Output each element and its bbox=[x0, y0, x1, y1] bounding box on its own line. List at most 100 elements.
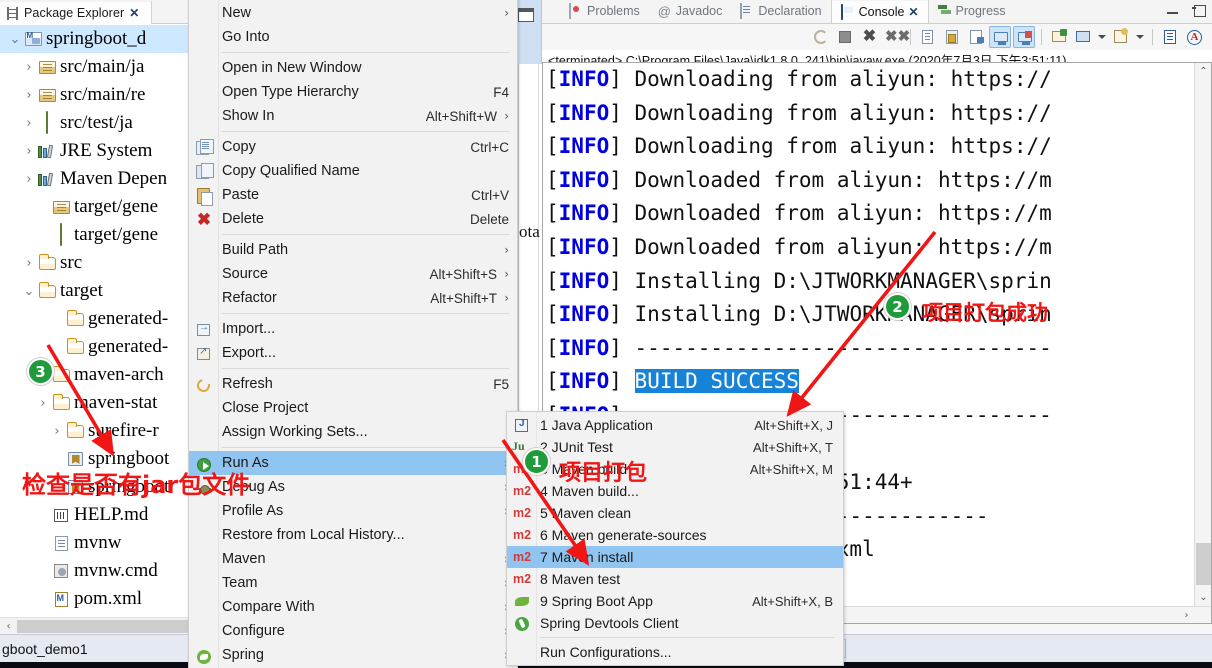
run-as-submenu[interactable]: 1 Java Application Alt+Shift+X, J Ju 2 J… bbox=[506, 411, 844, 666]
menu-item-team[interactable]: Team › bbox=[189, 571, 517, 595]
menu-item-show-in[interactable]: Show In Alt+Shift+W › bbox=[189, 104, 517, 128]
menu-item-refresh[interactable]: Refresh F5 bbox=[189, 372, 517, 396]
submenu-item-maven-build-4[interactable]: m2 4 Maven build... bbox=[507, 480, 843, 502]
show-console-on-output-icon[interactable] bbox=[989, 26, 1011, 48]
menu-item-refactor[interactable]: Refactor Alt+Shift+T › bbox=[189, 286, 517, 310]
menu-label: Show In bbox=[222, 108, 275, 124]
menu-separator bbox=[222, 368, 509, 369]
console-vertical-scrollbar[interactable]: ⌃ ⌄ bbox=[1194, 63, 1211, 623]
tab-package-explorer[interactable]: Package Explorer ✕ bbox=[0, 0, 152, 24]
submenu-item-junit-test[interactable]: Ju 2 JUnit Test Alt+Shift+X, T bbox=[507, 436, 843, 458]
progress-icon bbox=[938, 4, 952, 18]
menu-item-build-path[interactable]: Build Path › bbox=[189, 238, 517, 262]
menu-item-paste[interactable]: Paste Ctrl+V bbox=[189, 183, 517, 207]
menu-item-spring[interactable]: Spring › bbox=[189, 643, 517, 667]
scroll-up-icon[interactable]: ⌃ bbox=[1195, 63, 1211, 79]
menu-item-delete[interactable]: ✖ Delete Delete bbox=[189, 207, 517, 231]
tab-console[interactable]: Console ✕ bbox=[830, 0, 929, 23]
scroll-lock-icon[interactable] bbox=[965, 26, 987, 48]
menu-item-go-into[interactable]: Go Into bbox=[189, 25, 517, 49]
expand-arrow-icon[interactable]: › bbox=[22, 144, 36, 159]
scroll-right-icon[interactable]: › bbox=[1178, 607, 1195, 623]
submenu-item-maven-test[interactable]: m2 8 Maven test bbox=[507, 568, 843, 590]
pin-console-icon[interactable] bbox=[1048, 26, 1070, 48]
submenu-item-maven-build-3[interactable]: m2 3 Maven build Alt+Shift+X, M bbox=[507, 458, 843, 480]
submenu-item-maven-clean[interactable]: m2 5 Maven clean bbox=[507, 502, 843, 524]
tab-problems[interactable]: Problems bbox=[560, 0, 649, 23]
menu-item-compare-with[interactable]: Compare With › bbox=[189, 595, 517, 619]
expand-arrow-icon[interactable]: ⌄ bbox=[8, 32, 22, 47]
word-wrap-icon[interactable] bbox=[1159, 26, 1181, 48]
submenu-item-spring-devtools-client[interactable]: Spring Devtools Client bbox=[507, 612, 843, 634]
tab-javadoc[interactable]: @ Javadoc bbox=[649, 0, 732, 23]
tree-item-label: target/gene bbox=[74, 224, 159, 245]
menu-item-assign-working-sets[interactable]: Assign Working Sets... bbox=[189, 420, 517, 444]
menu-label: Source bbox=[222, 266, 268, 282]
submenu-item-maven-install[interactable]: m2 7 Maven install bbox=[507, 546, 843, 568]
menu-item-restore-from-local-history[interactable]: Restore from Local History... bbox=[189, 523, 517, 547]
menu-label: Assign Working Sets... bbox=[222, 424, 368, 440]
expand-arrow-icon[interactable]: › bbox=[36, 396, 50, 411]
submenu-item-maven-generate-sources[interactable]: m2 6 Maven generate-sources bbox=[507, 524, 843, 546]
expand-arrow-icon[interactable]: › bbox=[22, 60, 36, 75]
lock-scroll-icon[interactable] bbox=[941, 26, 963, 48]
tab-progress[interactable]: Progress bbox=[929, 0, 1015, 23]
scrollbar-thumb[interactable] bbox=[1196, 543, 1211, 585]
menu-item-profile-as[interactable]: Profile As › bbox=[189, 499, 517, 523]
copy-qualified-icon bbox=[194, 163, 214, 180]
restore-view-icon[interactable] bbox=[518, 8, 534, 22]
remove-launch-icon[interactable]: ✖ bbox=[858, 26, 880, 48]
menu-label: Build Path bbox=[222, 242, 289, 258]
maximize-icon[interactable] bbox=[1192, 4, 1206, 18]
menu-item-copy-qualified-name[interactable]: Copy Qualified Name bbox=[189, 159, 517, 183]
clear-console-icon[interactable] bbox=[917, 26, 939, 48]
menu-item-open-type-hierarchy[interactable]: Open Type Hierarchy F4 bbox=[189, 80, 517, 104]
minimize-icon[interactable] bbox=[1166, 4, 1180, 18]
expand-arrow-icon[interactable]: › bbox=[22, 116, 36, 131]
submenu-item-spring-boot-app[interactable]: 9 Spring Boot App Alt+Shift+X, B bbox=[507, 590, 843, 612]
xml-icon bbox=[50, 591, 72, 607]
submenu-label: Run Configurations... bbox=[540, 644, 672, 660]
expand-arrow-icon[interactable]: › bbox=[50, 424, 64, 439]
scroll-left-icon[interactable]: ‹ bbox=[0, 618, 17, 635]
open-console-icon[interactable] bbox=[1110, 26, 1132, 48]
submenu-item-run-configurations[interactable]: Run Configurations... bbox=[507, 641, 843, 663]
library-icon bbox=[36, 172, 58, 187]
show-console-on-error-icon[interactable] bbox=[1013, 26, 1035, 48]
menu-label: Delete bbox=[222, 211, 264, 227]
chevron-right-icon: › bbox=[504, 109, 509, 123]
expand-arrow-icon[interactable]: › bbox=[22, 88, 36, 103]
ansi-console-icon[interactable]: A bbox=[1183, 26, 1205, 48]
menu-item-configure[interactable]: Configure › bbox=[189, 619, 517, 643]
menu-item-open-in-new-window[interactable]: Open in New Window bbox=[189, 56, 517, 80]
menu-item-new[interactable]: New › bbox=[189, 1, 517, 25]
menu-separator bbox=[222, 447, 509, 448]
menu-item-close-project[interactable]: Close Project bbox=[189, 396, 517, 420]
menu-item-maven[interactable]: Maven › bbox=[189, 547, 517, 571]
console-line: [INFO] Downloading from aliyun: https:// bbox=[546, 67, 1052, 91]
open-console-dropdown-icon[interactable] bbox=[1134, 26, 1146, 48]
display-console-dropdown-icon[interactable] bbox=[1096, 26, 1108, 48]
menu-item-import[interactable]: Import... bbox=[189, 317, 517, 341]
maven-icon: m2 bbox=[513, 484, 532, 498]
menu-item-copy[interactable]: Copy Ctrl+C bbox=[189, 135, 517, 159]
expand-arrow-icon[interactable]: › bbox=[22, 172, 36, 187]
expand-arrow-icon[interactable]: › bbox=[22, 256, 36, 271]
submenu-label: 9 Spring Boot App bbox=[540, 593, 653, 609]
collapse-arrow-icon[interactable]: ⌄ bbox=[22, 284, 36, 299]
project-context-menu[interactable]: New › Go Into Open in New Window Open Ty… bbox=[188, 0, 518, 668]
menu-item-export[interactable]: Export... bbox=[189, 341, 517, 365]
remove-all-launches-icon[interactable]: ✖✖ bbox=[882, 26, 910, 48]
close-icon[interactable]: ✕ bbox=[908, 5, 918, 19]
delete-icon: ✖ bbox=[196, 210, 212, 229]
menu-item-source[interactable]: Source Alt+Shift+S › bbox=[189, 262, 517, 286]
menu-shortcut: Delete bbox=[469, 211, 509, 227]
submenu-item-java-application[interactable]: 1 Java Application Alt+Shift+X, J bbox=[507, 414, 843, 436]
close-icon[interactable]: ✕ bbox=[129, 6, 139, 20]
tab-declaration[interactable]: Declaration bbox=[731, 0, 830, 23]
display-selected-console-icon[interactable] bbox=[1072, 26, 1094, 48]
refresh-icon[interactable] bbox=[810, 26, 832, 48]
stop-icon[interactable] bbox=[834, 26, 856, 48]
scroll-down-icon[interactable]: ⌄ bbox=[1195, 589, 1211, 605]
menu-label: Team bbox=[222, 575, 258, 591]
